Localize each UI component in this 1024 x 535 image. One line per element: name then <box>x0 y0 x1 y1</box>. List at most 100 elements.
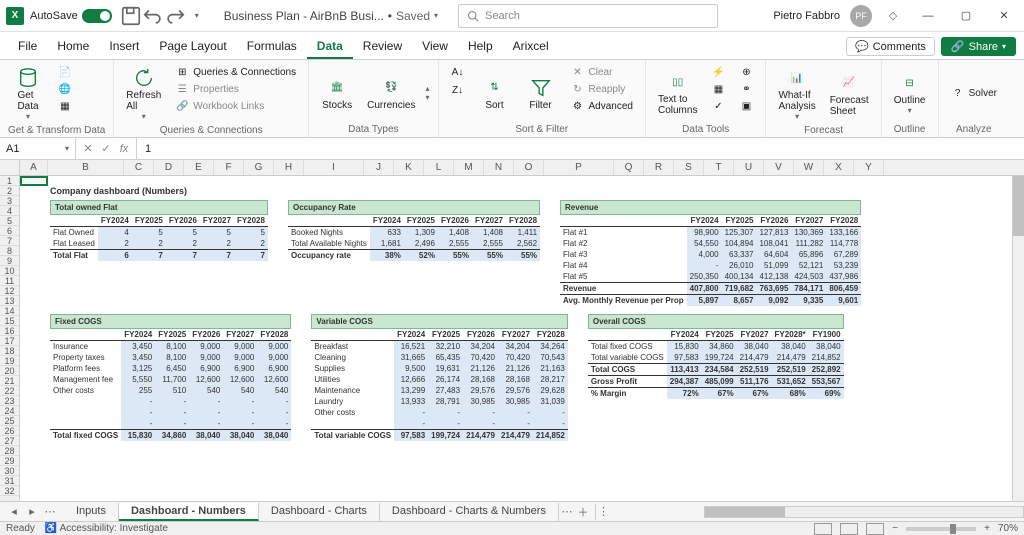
row-header[interactable]: 15 <box>0 316 19 326</box>
col-header[interactable]: Q <box>614 160 644 175</box>
col-header[interactable]: V <box>764 160 794 175</box>
col-header[interactable]: G <box>244 160 274 175</box>
col-header[interactable]: U <box>734 160 764 175</box>
sort-button[interactable]: ⇅Sort <box>475 64 515 122</box>
row-header[interactable]: 32 <box>0 486 19 496</box>
col-header[interactable]: H <box>274 160 304 175</box>
select-all-corner[interactable] <box>0 160 20 175</box>
row-header[interactable]: 29 <box>0 456 19 466</box>
properties-button[interactable]: ☰Properties <box>171 81 300 97</box>
vertical-scrollbar[interactable] <box>1012 176 1024 501</box>
col-header[interactable]: O <box>514 160 544 175</box>
clear-button[interactable]: ✕Clear <box>567 64 637 80</box>
relationships-button[interactable]: ⚭ <box>735 81 757 97</box>
minimize-button[interactable]: — <box>914 2 942 30</box>
from-web-button[interactable]: 🌐 <box>54 81 76 97</box>
enter-icon[interactable]: ✓ <box>98 141 114 157</box>
save-icon[interactable] <box>120 5 142 27</box>
worksheet[interactable]: Company dashboard (Numbers) Total owned … <box>20 176 1024 505</box>
row-header[interactable]: 12 <box>0 286 19 296</box>
row-header[interactable]: 4 <box>0 206 19 216</box>
horizontal-scrollbar[interactable] <box>704 506 1024 518</box>
row-header[interactable]: 13 <box>0 296 19 306</box>
col-header[interactable]: S <box>674 160 704 175</box>
row-header[interactable]: 3 <box>0 196 19 206</box>
row-header[interactable]: 7 <box>0 236 19 246</box>
flash-fill-button[interactable]: ⚡ <box>707 64 729 80</box>
col-header[interactable]: B <box>48 160 124 175</box>
tab-help[interactable]: Help <box>458 35 503 59</box>
row-header[interactable]: 24 <box>0 406 19 416</box>
sheet-tab[interactable]: Inputs <box>64 503 119 521</box>
refresh-all-button[interactable]: Refresh All▾ <box>122 64 165 123</box>
row-header[interactable]: 20 <box>0 366 19 376</box>
tab-formulas[interactable]: Formulas <box>237 35 307 59</box>
col-header[interactable]: E <box>184 160 214 175</box>
row-header[interactable]: 31 <box>0 476 19 486</box>
row-header[interactable]: 5 <box>0 216 19 226</box>
sheet-next-icon[interactable]: ▸ <box>24 504 40 520</box>
col-header[interactable]: N <box>484 160 514 175</box>
accessibility-status[interactable]: ♿ Accessibility: Investigate <box>45 523 168 534</box>
page-break-view-button[interactable] <box>866 523 884 535</box>
close-button[interactable]: ✕ <box>990 2 1018 30</box>
col-header[interactable]: W <box>794 160 824 175</box>
tab-home[interactable]: Home <box>47 35 99 59</box>
col-header[interactable]: X <box>824 160 854 175</box>
tab-insert[interactable]: Insert <box>99 35 149 59</box>
undo-icon[interactable] <box>142 5 164 27</box>
redo-icon[interactable] <box>164 5 186 27</box>
from-table-button[interactable]: ▦ <box>54 98 76 114</box>
col-header[interactable]: R <box>644 160 674 175</box>
fx-icon[interactable]: fx <box>116 141 132 157</box>
outline-button[interactable]: ⊟Outline▾ <box>890 64 930 122</box>
col-header[interactable]: K <box>394 160 424 175</box>
sheet-overflow-icon[interactable]: ⋯ <box>559 504 575 520</box>
col-header[interactable]: Y <box>854 160 884 175</box>
row-header[interactable]: 17 <box>0 336 19 346</box>
solver-button[interactable]: ?Solver <box>947 64 1001 122</box>
tab-splitter[interactable]: ⋮ <box>595 504 611 520</box>
comments-button[interactable]: 💬 Comments <box>846 37 935 56</box>
diamond-icon[interactable]: ◇ <box>882 5 904 27</box>
stocks-button[interactable]: 🏛Stocks <box>317 64 357 122</box>
row-header[interactable]: 27 <box>0 436 19 446</box>
row-header[interactable]: 1 <box>0 176 19 186</box>
zoom-slider[interactable] <box>906 527 976 531</box>
zoom-out-button[interactable]: − <box>892 523 898 534</box>
add-sheet-button[interactable]: ＋ <box>575 504 591 520</box>
from-text-button[interactable]: 📄 <box>54 64 76 80</box>
what-if-button[interactable]: 📊What-If Analysis▾ <box>774 64 819 123</box>
cancel-icon[interactable]: ✕ <box>80 141 96 157</box>
row-header[interactable]: 26 <box>0 426 19 436</box>
row-header[interactable]: 18 <box>0 346 19 356</box>
reapply-button[interactable]: ↻Reapply <box>567 81 637 97</box>
row-header[interactable]: 19 <box>0 356 19 366</box>
zoom-in-button[interactable]: + <box>984 523 990 534</box>
zoom-level[interactable]: 70% <box>998 523 1018 534</box>
row-header[interactable]: 8 <box>0 246 19 256</box>
share-button[interactable]: 🔗 Share ▾ <box>941 37 1016 56</box>
currencies-button[interactable]: 💱Currencies <box>363 64 419 122</box>
col-header[interactable]: C <box>124 160 154 175</box>
row-header[interactable]: 30 <box>0 466 19 476</box>
row-header[interactable]: 11 <box>0 276 19 286</box>
tab-file[interactable]: File <box>8 35 47 59</box>
datatype-scroll-down[interactable]: ▾ <box>425 93 429 102</box>
qat-dropdown-icon[interactable]: ▾ <box>186 5 208 27</box>
col-header[interactable]: P <box>544 160 614 175</box>
filter-button[interactable]: Filter <box>521 64 561 122</box>
row-header[interactable]: 16 <box>0 326 19 336</box>
consolidate-button[interactable]: ⊕ <box>735 64 757 80</box>
row-header[interactable]: 14 <box>0 306 19 316</box>
search-input[interactable]: Search <box>458 4 718 28</box>
row-header[interactable]: 23 <box>0 396 19 406</box>
col-header[interactable]: J <box>364 160 394 175</box>
sheet-more-icon[interactable]: ⋯ <box>42 504 58 520</box>
tab-review[interactable]: Review <box>353 35 412 59</box>
data-model-button[interactable]: ▣ <box>735 98 757 114</box>
sheet-tab[interactable]: Dashboard - Charts & Numbers <box>380 503 559 521</box>
datatype-scroll-up[interactable]: ▴ <box>425 84 429 93</box>
tab-data[interactable]: Data <box>307 35 353 59</box>
sheet-tab[interactable]: Dashboard - Charts <box>259 503 380 521</box>
